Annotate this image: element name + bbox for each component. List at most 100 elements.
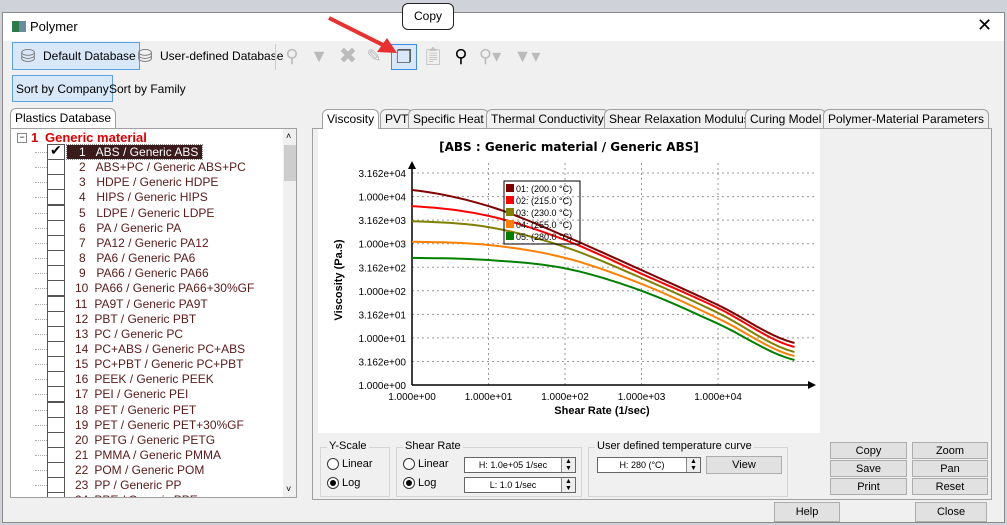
- shear-low-spinner[interactable]: L: 1.0 1/sec ▲ ▼: [464, 477, 576, 493]
- checkbox[interactable]: [47, 492, 65, 497]
- checkbox[interactable]: [47, 325, 65, 342]
- list-item[interactable]: 16 PEEK / Generic PEEK: [11, 371, 281, 388]
- default-database-button[interactable]: ⛁ Default Database: [12, 42, 140, 70]
- sort-company-label: Sort by Company: [16, 81, 109, 96]
- view-button[interactable]: View: [706, 456, 782, 474]
- list-item[interactable]: 8 PA6 / Generic PA6: [11, 250, 281, 267]
- item-number: 15: [75, 357, 89, 372]
- checkbox[interactable]: [47, 174, 65, 191]
- checkbox[interactable]: [47, 431, 65, 448]
- checkbox[interactable]: [47, 310, 65, 327]
- x-tick-label: 1.000e+00: [388, 392, 436, 403]
- list-item[interactable]: 24 PPE / Generic PPE: [11, 492, 281, 497]
- list-item[interactable]: 15 PC+PBT / Generic PC+PBT: [11, 356, 281, 373]
- list-item[interactable]: 11 PA9T / Generic PA9T: [11, 295, 281, 312]
- list-item[interactable]: 3 HDPE / Generic HDPE: [11, 174, 281, 191]
- user-database-button[interactable]: ⛁ User-defined Database: [129, 42, 287, 70]
- spinner-arrows-icon[interactable]: ▲ ▼: [686, 458, 700, 472]
- checkbox[interactable]: [47, 447, 65, 463]
- list-item[interactable]: 21 PMMA / Generic PMMA: [11, 447, 281, 463]
- list-item[interactable]: 20 PETG / Generic PETG: [11, 431, 281, 448]
- list-item[interactable]: 13 PC / Generic PC: [11, 325, 281, 342]
- shear-rate-label: Shear Rate: [403, 440, 463, 452]
- list-item[interactable]: 7 PA12 / Generic PA12: [11, 234, 281, 251]
- y-tick-label: 3.162e+01: [358, 310, 406, 321]
- list-item[interactable]: 12 PBT / Generic PBT: [11, 310, 281, 327]
- tab-polymer-material-parameters[interactable]: Polymer-Material Parameters: [823, 109, 990, 128]
- close-icon[interactable]: ✕: [977, 15, 992, 36]
- zoom-button[interactable]: Zoom: [912, 442, 988, 459]
- compare-icon[interactable]: ⚲▾: [478, 44, 502, 68]
- checkbox[interactable]: [47, 219, 65, 236]
- scrollbar[interactable]: ˄ ˅: [283, 129, 296, 497]
- list-item[interactable]: 10 PA66 / Generic PA66+30%GF: [11, 280, 281, 297]
- scroll-up-icon[interactable]: ˄: [286, 131, 291, 141]
- checkbox[interactable]: [47, 159, 65, 176]
- tab-viscosity[interactable]: Viscosity: [322, 109, 380, 129]
- checkbox[interactable]: [47, 401, 65, 418]
- shear-linear-radio[interactable]: Linear: [403, 458, 449, 470]
- checkbox[interactable]: [47, 386, 65, 403]
- list-item[interactable]: 5 LDPE / Generic LDPE: [11, 204, 281, 221]
- search-icon[interactable]: ⚲: [449, 44, 473, 68]
- legend-swatch: [506, 232, 514, 240]
- tab-specific-heat[interactable]: Specific Heat: [408, 109, 489, 128]
- y-linear-radio[interactable]: Linear: [327, 458, 373, 470]
- list-item[interactable]: ✔ 1 ABS / Generic ABS: [11, 142, 281, 160]
- collapse-icon[interactable]: −: [17, 133, 27, 143]
- paste-icon[interactable]: 📋︎: [421, 44, 445, 68]
- spinner-arrows-icon[interactable]: ▲ ▼: [561, 458, 575, 472]
- list-item[interactable]: 23 PP / Generic PP: [11, 477, 281, 494]
- sort-by-family-button[interactable]: Sort by Family: [105, 75, 190, 102]
- checkbox[interactable]: [47, 265, 65, 282]
- list-item[interactable]: 18 PET / Generic PET: [11, 401, 281, 418]
- close-button[interactable]: Close: [915, 502, 987, 522]
- pan-button[interactable]: Pan: [912, 460, 988, 477]
- shear-log-radio[interactable]: Log: [403, 477, 436, 489]
- checkbox[interactable]: [47, 250, 65, 267]
- scroll-down-icon[interactable]: ˅: [286, 484, 291, 494]
- list-item[interactable]: 14 PC+ABS / Generic PC+ABS: [11, 340, 281, 357]
- item-text: PA66 / Generic PA66+30%GF: [94, 281, 255, 296]
- filter-icon[interactable]: ▼▾: [514, 44, 541, 68]
- list-item[interactable]: 19 PET / Generic PET+30%GF: [11, 416, 281, 433]
- checkbox[interactable]: [47, 280, 65, 297]
- x-axis-label: Shear Rate (1/sec): [554, 405, 650, 417]
- checkbox[interactable]: [47, 204, 65, 221]
- checkbox[interactable]: [47, 340, 65, 357]
- save-button[interactable]: Save: [830, 460, 907, 477]
- copy-button[interactable]: Copy: [830, 442, 907, 459]
- list-item[interactable]: 17 PEI / Generic PEI: [11, 386, 281, 403]
- list-item[interactable]: 6 PA / Generic PA: [11, 219, 281, 236]
- checkbox[interactable]: [47, 356, 65, 373]
- temperature-spinner[interactable]: H: 280 (°C) ▲ ▼: [597, 457, 701, 473]
- checkbox[interactable]: [47, 189, 65, 206]
- list-item[interactable]: 4 HIPS / Generic HIPS: [11, 189, 281, 206]
- checkbox[interactable]: [47, 462, 65, 479]
- scroll-thumb[interactable]: [284, 145, 296, 181]
- reset-button[interactable]: Reset: [912, 478, 988, 495]
- checkbox[interactable]: [47, 295, 65, 312]
- y-log-radio[interactable]: Log: [327, 477, 360, 489]
- checkbox[interactable]: [47, 371, 65, 388]
- checkbox[interactable]: ✔: [47, 142, 65, 160]
- x-tick-label: 1.000e+03: [618, 392, 666, 403]
- series-line-2: [411, 205, 795, 348]
- list-item[interactable]: 22 POM / Generic POM: [11, 462, 281, 479]
- spinner-arrows-icon[interactable]: ▲ ▼: [561, 478, 575, 492]
- checkbox[interactable]: [47, 234, 65, 251]
- checkbox[interactable]: [47, 477, 65, 494]
- tab-plastics-database[interactable]: Plastics Database: [10, 108, 117, 128]
- print-button[interactable]: Print: [830, 478, 907, 495]
- tab-curing-model[interactable]: Curing Model: [745, 109, 827, 128]
- help-button[interactable]: Help: [774, 502, 840, 522]
- shear-high-spinner[interactable]: H: 1.0e+05 1/sec ▲ ▼: [464, 457, 576, 473]
- add-material-icon[interactable]: ⚲: [280, 44, 304, 68]
- sort-by-company-button[interactable]: Sort by Company: [12, 75, 113, 102]
- tab-shear-relaxation-modulus[interactable]: Shear Relaxation Modulus: [604, 109, 755, 128]
- tab-thermal-conductivity[interactable]: Thermal Conductivity: [486, 109, 609, 128]
- item-label: 11 PA9T / Generic PA9T: [67, 297, 212, 311]
- list-item[interactable]: 9 PA66 / Generic PA66: [11, 265, 281, 282]
- checkbox[interactable]: [47, 416, 65, 433]
- list-item[interactable]: 2 ABS+PC / Generic ABS+PC: [11, 159, 281, 176]
